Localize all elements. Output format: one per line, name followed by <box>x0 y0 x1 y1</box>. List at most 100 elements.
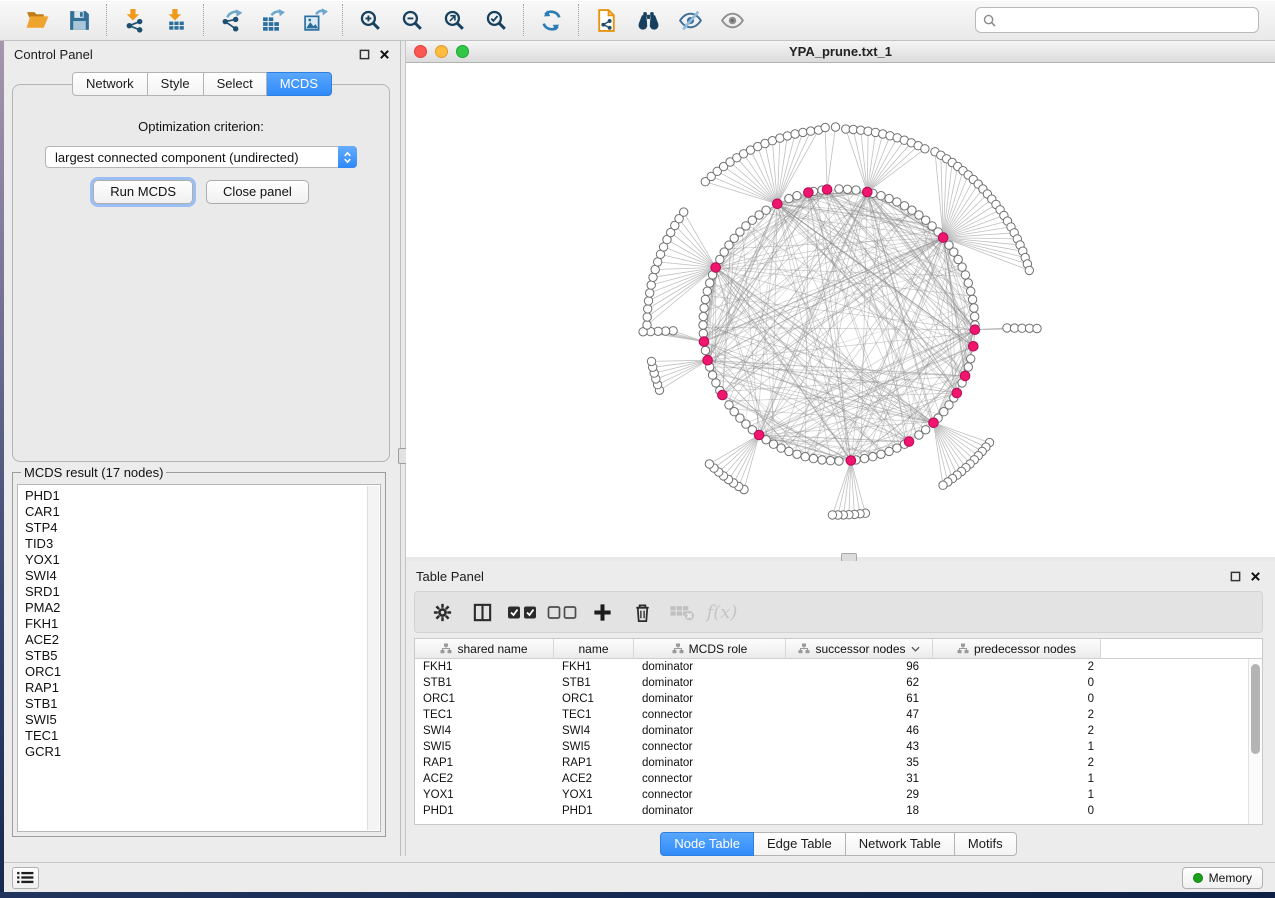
column-header-shared-name[interactable]: shared name <box>415 639 554 659</box>
zoom-selected-button[interactable] <box>475 4 517 36</box>
tab-mcds[interactable]: MCDS <box>267 72 332 96</box>
close-panel-button[interactable]: Close panel <box>206 180 309 204</box>
export-network-icon <box>219 8 244 33</box>
mcds-result-item[interactable]: TID3 <box>25 536 380 552</box>
new-network-from-selection-button[interactable] <box>585 4 627 36</box>
zoom-fit-button[interactable] <box>433 4 475 36</box>
attribute-tree-icon <box>957 643 969 654</box>
desktop-edge <box>0 41 4 892</box>
mcds-result-item[interactable]: TEC1 <box>25 728 380 744</box>
search-box[interactable] <box>975 7 1259 33</box>
delete-column-button[interactable] <box>625 595 659 629</box>
tab-network-table[interactable]: Network Table <box>846 832 955 856</box>
mcds-result-item[interactable]: SWI4 <box>25 568 380 584</box>
open-file-button[interactable] <box>16 4 58 36</box>
scrollbar-thumb[interactable] <box>1251 664 1260 754</box>
table-row[interactable]: SWI5SWI5connector431 <box>415 739 1262 755</box>
mcds-result-item[interactable]: CAR1 <box>25 504 380 520</box>
float-panel-icon[interactable] <box>359 49 370 60</box>
zoom-in-icon <box>358 8 383 33</box>
mcds-result-item[interactable]: STP4 <box>25 520 380 536</box>
table-row[interactable]: SWI4SWI4dominator462 <box>415 723 1262 739</box>
tab-node-table[interactable]: Node Table <box>660 832 754 856</box>
export-network-button[interactable] <box>210 4 252 36</box>
mcds-result-item[interactable]: SWI5 <box>25 712 380 728</box>
table-row[interactable]: ORC1ORC1dominator610 <box>415 691 1262 707</box>
table-row[interactable]: TEC1TEC1connector472 <box>415 707 1262 723</box>
mcds-result-item[interactable]: STB5 <box>25 648 380 664</box>
tab-select[interactable]: Select <box>204 72 267 96</box>
refresh-network-button[interactable] <box>530 4 572 36</box>
task-history-button[interactable] <box>12 867 39 889</box>
mcds-result-item[interactable]: YOX1 <box>25 552 380 568</box>
mcds-result-item[interactable]: STB1 <box>25 696 380 712</box>
table-cell: dominator <box>634 723 786 739</box>
column-label: MCDS role <box>689 642 748 656</box>
minimize-window-icon[interactable] <box>435 45 448 58</box>
mcds-result-item[interactable]: SRD1 <box>25 584 380 600</box>
tab-edge-table[interactable]: Edge Table <box>754 832 846 856</box>
tab-style[interactable]: Style <box>148 72 204 96</box>
memory-button[interactable]: Memory <box>1182 867 1263 889</box>
column-header-MCDS-role[interactable]: MCDS role <box>634 639 786 659</box>
run-mcds-button[interactable]: Run MCDS <box>93 180 193 204</box>
close-panel-icon[interactable] <box>1250 571 1261 582</box>
tab-network[interactable]: Network <box>72 72 148 96</box>
add-column-button[interactable] <box>585 595 619 629</box>
maximize-window-icon[interactable] <box>456 45 469 58</box>
eye-icon <box>720 8 745 33</box>
table-tabs: Node TableEdge TableNetwork TableMotifs <box>660 832 1016 856</box>
table-cell: 47 <box>786 707 933 723</box>
close-window-icon[interactable] <box>414 45 427 58</box>
mcds-result-item[interactable]: ORC1 <box>25 664 380 680</box>
float-panel-icon[interactable] <box>1230 571 1241 582</box>
column-header-successor-nodes[interactable]: successor nodes <box>786 639 933 659</box>
result-scrollbar[interactable] <box>367 486 379 830</box>
mcds-result-item[interactable]: RAP1 <box>25 680 380 696</box>
binoculars-icon <box>636 8 661 33</box>
mcds-result-item[interactable]: PMA2 <box>25 600 380 616</box>
table-row[interactable]: FKH1FKH1dominator962 <box>415 659 1262 675</box>
save-session-button[interactable] <box>58 4 100 36</box>
column-header-name[interactable]: name <box>554 639 634 659</box>
show-column-button[interactable] <box>465 595 499 629</box>
table-cell: dominator <box>634 691 786 707</box>
control-panel-tabs: NetworkStyleSelectMCDS <box>72 72 332 96</box>
export-image-button[interactable] <box>294 4 336 36</box>
export-table-button[interactable] <box>252 4 294 36</box>
mcds-result-list[interactable]: PHD1CAR1STP4TID3YOX1SWI4SRD1PMA2FKH1ACE2… <box>17 484 381 832</box>
column-header-predecessor-nodes[interactable]: predecessor nodes <box>933 639 1101 659</box>
table-settings-button[interactable] <box>425 595 459 629</box>
search-input[interactable] <box>1001 13 1251 27</box>
table-cell: 1 <box>933 787 1101 803</box>
mcds-result-item[interactable]: ACE2 <box>25 632 380 648</box>
table-scrollbar[interactable] <box>1248 659 1262 824</box>
table-row[interactable]: PHD1PHD1dominator180 <box>415 803 1262 819</box>
table-row[interactable]: ACE2ACE2connector311 <box>415 771 1262 787</box>
find-button[interactable] <box>627 4 669 36</box>
optimization-select[interactable]: largest connected component (undirected) <box>45 146 357 168</box>
network-canvas[interactable] <box>406 63 1275 557</box>
network-graph[interactable] <box>406 63 1275 557</box>
table-row[interactable]: RAP1RAP1dominator352 <box>415 755 1262 771</box>
mcds-result-item[interactable]: PHD1 <box>25 488 380 504</box>
table-row[interactable]: YOX1YOX1connector291 <box>415 787 1262 803</box>
open-folder-icon <box>25 8 50 33</box>
table-cell: 43 <box>786 739 933 755</box>
mcds-result-item[interactable]: GCR1 <box>25 744 380 760</box>
import-table-button[interactable] <box>155 4 197 36</box>
deselect-all-rows-button[interactable] <box>545 595 579 629</box>
zoom-in-button[interactable] <box>349 4 391 36</box>
hide-selected-button[interactable] <box>669 4 711 36</box>
table-cell: 29 <box>786 787 933 803</box>
mcds-result-item[interactable]: FKH1 <box>25 616 380 632</box>
zoom-out-button[interactable] <box>391 4 433 36</box>
table-row[interactable]: STB1STB1dominator620 <box>415 675 1262 691</box>
optimization-criterion-label: Optimization criterion: <box>13 119 389 134</box>
close-panel-icon[interactable] <box>379 49 390 60</box>
function-builder-button: f(x) <box>705 595 739 629</box>
select-all-rows-button[interactable] <box>505 595 539 629</box>
show-all-button[interactable] <box>711 4 753 36</box>
import-network-button[interactable] <box>113 4 155 36</box>
tab-motifs[interactable]: Motifs <box>955 832 1017 856</box>
